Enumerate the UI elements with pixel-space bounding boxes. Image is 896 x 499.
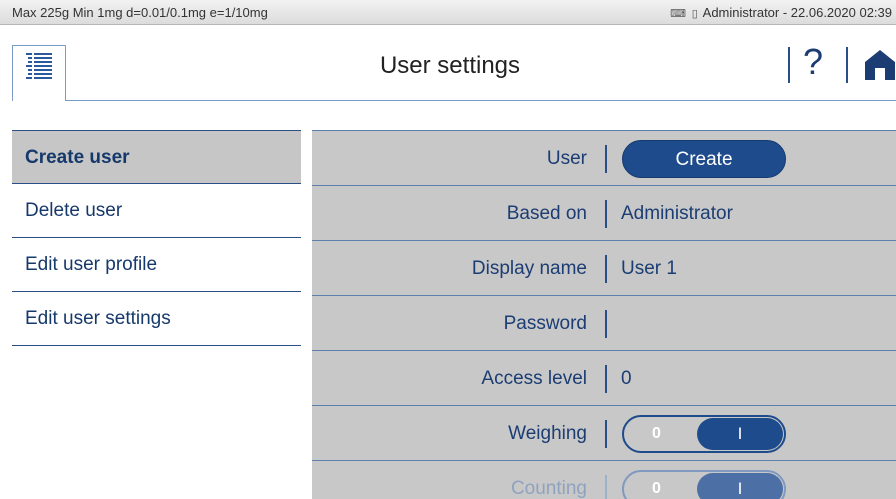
toggle-knob: I xyxy=(697,418,783,450)
row-label: Password xyxy=(503,313,587,334)
header-separator xyxy=(788,47,790,83)
status-right: ⌨ ▯ Administrator - 22.06.2020 02:39 xyxy=(670,5,892,20)
header: User settings ? xyxy=(0,25,896,101)
toggle-knob: I xyxy=(697,473,783,499)
create-button[interactable]: Create xyxy=(622,140,786,178)
side-item-label: Delete user xyxy=(25,200,123,221)
side-item-label: Edit user profile xyxy=(25,254,158,275)
row-password[interactable]: Password xyxy=(312,295,896,351)
row-separator xyxy=(605,145,607,173)
access-level-value[interactable]: 0 xyxy=(621,351,632,406)
based-on-value[interactable]: Administrator xyxy=(621,186,733,241)
toggle-off-label: 0 xyxy=(652,480,661,497)
display-name-value[interactable]: User 1 xyxy=(621,241,677,296)
row-label: Display name xyxy=(471,258,587,279)
row-label: User xyxy=(546,148,587,169)
counting-toggle[interactable]: 0 I xyxy=(622,470,786,499)
settings-panel: User Create Based on Administrator Displ… xyxy=(312,130,896,499)
row-separator xyxy=(605,365,607,393)
row-label: Weighing xyxy=(508,423,587,444)
row-display-name[interactable]: Display name User 1 xyxy=(312,240,896,296)
side-item-label: Edit user settings xyxy=(25,308,171,329)
row-separator xyxy=(605,310,607,338)
row-counting: Counting 0 I xyxy=(312,460,896,499)
row-separator xyxy=(605,255,607,283)
row-weighing: Weighing 0 I xyxy=(312,405,896,461)
weighing-toggle[interactable]: 0 I xyxy=(622,415,786,453)
row-separator xyxy=(605,475,607,499)
row-user: User Create xyxy=(312,130,896,186)
page-title: User settings xyxy=(379,52,521,79)
printer-icon: ⌨ xyxy=(670,8,687,20)
status-bar: Max 225g Min 1mg d=0.01/0.1mg e=1/10mg ⌨… xyxy=(0,0,896,25)
home-icon[interactable] xyxy=(864,49,896,81)
side-item-create-user[interactable]: Create user xyxy=(12,130,301,184)
menu-list-icon xyxy=(26,53,52,79)
header-divider xyxy=(66,100,896,101)
help-icon[interactable]: ? xyxy=(803,41,823,83)
side-menu: Create user Delete user Edit user profil… xyxy=(12,130,301,346)
user-time: Administrator - 22.06.2020 02:39 xyxy=(702,5,892,20)
row-label: Access level xyxy=(481,368,587,389)
row-label: Counting xyxy=(510,478,587,499)
toggle-off-label: 0 xyxy=(652,425,661,442)
row-based-on[interactable]: Based on Administrator xyxy=(312,185,896,241)
side-item-delete-user[interactable]: Delete user xyxy=(12,184,301,238)
battery-icon: ▯ xyxy=(691,8,698,20)
side-item-edit-user-settings[interactable]: Edit user settings xyxy=(12,292,301,346)
header-separator xyxy=(846,47,848,83)
row-label: Based on xyxy=(506,203,587,224)
row-separator xyxy=(605,420,607,448)
side-item-label: Create user xyxy=(25,147,130,168)
scale-info: Max 225g Min 1mg d=0.01/0.1mg e=1/10mg xyxy=(12,5,268,20)
menu-button[interactable] xyxy=(12,45,66,101)
side-item-edit-user-profile[interactable]: Edit user profile xyxy=(12,238,301,292)
row-separator xyxy=(605,200,607,228)
row-access-level[interactable]: Access level 0 xyxy=(312,350,896,406)
